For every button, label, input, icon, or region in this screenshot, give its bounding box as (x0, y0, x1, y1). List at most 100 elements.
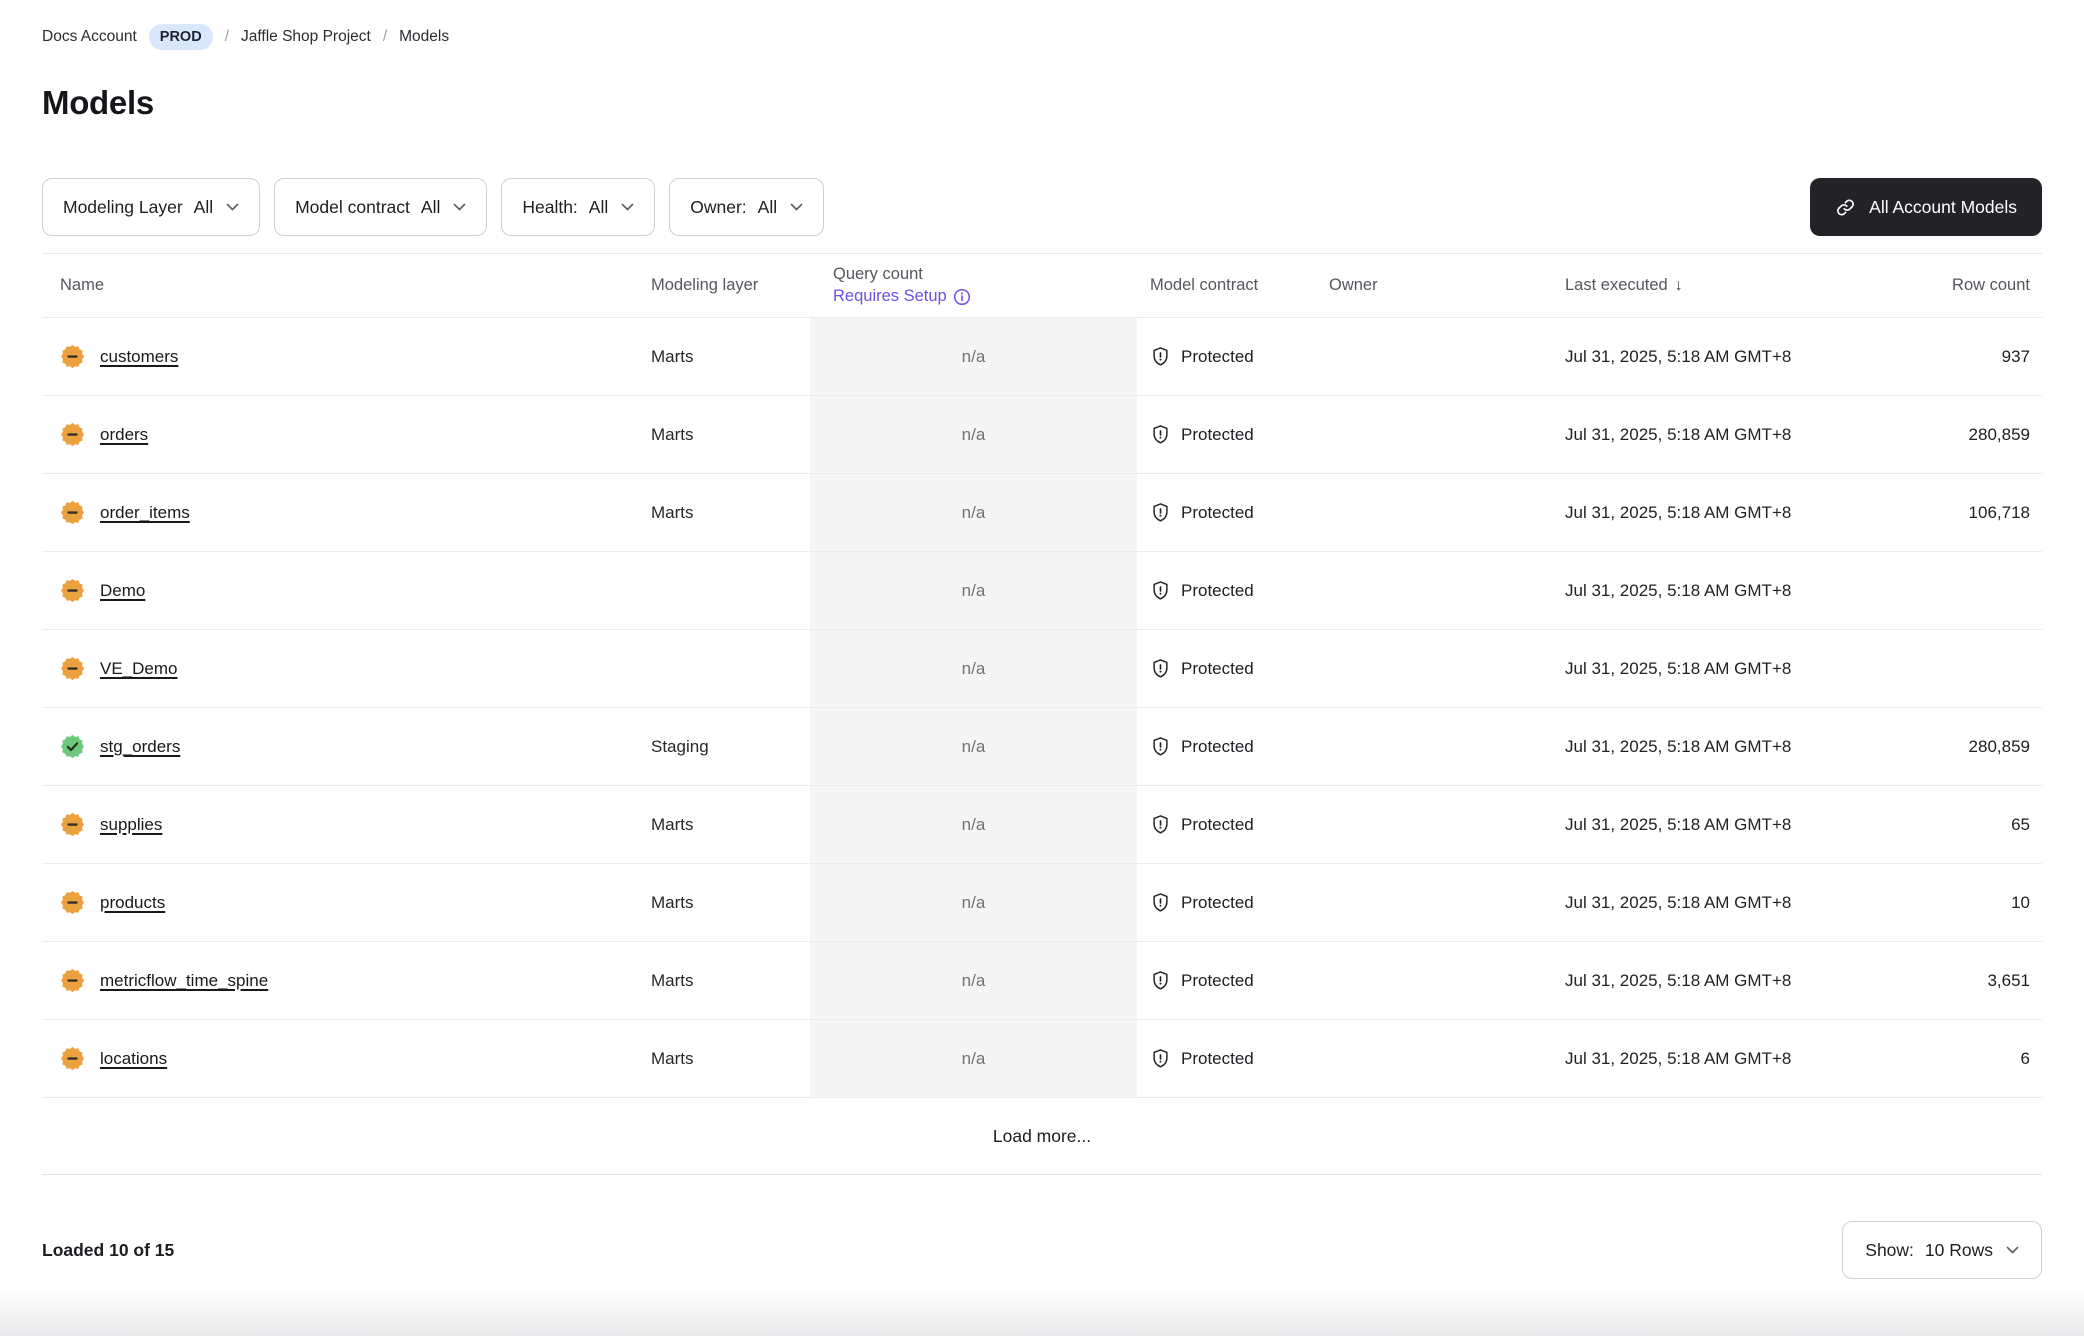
breadcrumb-separator: / (383, 28, 387, 46)
filter-label: Owner: (690, 197, 746, 218)
model-name-link[interactable]: customers (100, 347, 178, 367)
name-cell: VE_Demo (42, 630, 651, 707)
health-warning-icon (60, 656, 85, 681)
modeling-layer-filter[interactable]: Modeling Layer All (42, 178, 260, 236)
requires-setup-label: Requires Setup (833, 287, 947, 306)
breadcrumb-current: Models (399, 28, 449, 46)
health-filter[interactable]: Health: All (501, 178, 655, 236)
modeling-layer-cell (651, 630, 810, 707)
health-warning-icon (60, 344, 85, 369)
row-count-cell: 10 (1865, 864, 2042, 941)
model-name-link[interactable]: VE_Demo (100, 659, 177, 679)
load-more-button[interactable]: Load more... (993, 1126, 1091, 1147)
contract-label: Protected (1181, 425, 1254, 445)
filter-label: Health: (522, 197, 577, 218)
table-row: supplies Marts n/a Protected Jul 31, 202… (42, 785, 2042, 863)
owner-cell (1329, 786, 1565, 863)
col-header-owner[interactable]: Owner (1329, 276, 1565, 295)
table-row: VE_Demo n/a Protected Jul 31, 2025, 5:18… (42, 629, 2042, 707)
query-count-cell: n/a (810, 786, 1137, 863)
name-cell: order_items (42, 474, 651, 551)
shield-exclamation-icon (1150, 580, 1171, 601)
owner-cell (1329, 552, 1565, 629)
table-row: locations Marts n/a Protected Jul 31, 20… (42, 1019, 2042, 1097)
contract-label: Protected (1181, 1049, 1254, 1069)
model-contract-filter[interactable]: Model contract All (274, 178, 487, 236)
col-header-query-count: Query count Requires Setup (810, 265, 1137, 306)
model-contract-cell: Protected (1137, 864, 1329, 941)
chevron-down-icon (790, 203, 803, 212)
health-warning-icon (60, 578, 85, 603)
breadcrumb-account[interactable]: Docs Account (42, 28, 137, 46)
model-contract-cell: Protected (1137, 708, 1329, 785)
col-header-modeling-layer[interactable]: Modeling layer (651, 276, 810, 295)
model-name-link[interactable]: order_items (100, 503, 190, 523)
filter-value: All (421, 197, 440, 218)
owner-cell (1329, 318, 1565, 395)
query-count-cell: n/a (810, 318, 1137, 395)
model-name-link[interactable]: stg_orders (100, 737, 180, 757)
shield-exclamation-icon (1150, 814, 1171, 835)
table-row: metricflow_time_spine Marts n/a Protecte… (42, 941, 2042, 1019)
shield-exclamation-icon (1150, 736, 1171, 757)
model-contract-cell: Protected (1137, 942, 1329, 1019)
contract-label: Protected (1181, 659, 1254, 679)
modeling-layer-cell: Marts (651, 1020, 810, 1097)
info-icon[interactable] (953, 288, 971, 306)
modeling-layer-cell: Marts (651, 318, 810, 395)
contract-label: Protected (1181, 893, 1254, 913)
filter-label: Modeling Layer (63, 197, 183, 218)
model-contract-cell: Protected (1137, 630, 1329, 707)
model-name-link[interactable]: Demo (100, 581, 145, 601)
table-row: orders Marts n/a Protected Jul 31, 2025,… (42, 395, 2042, 473)
row-count-cell: 3,651 (1865, 942, 2042, 1019)
requires-setup-link[interactable]: Requires Setup (833, 287, 971, 306)
chevron-down-icon (621, 203, 634, 212)
row-count-cell: 6 (1865, 1020, 2042, 1097)
name-cell: stg_orders (42, 708, 651, 785)
last-executed-label: Last executed (1565, 276, 1668, 295)
rows-per-page-dropdown[interactable]: Show: 10 Rows (1842, 1221, 2042, 1279)
contract-label: Protected (1181, 815, 1254, 835)
show-value: 10 Rows (1925, 1240, 1993, 1261)
model-name-link[interactable]: products (100, 893, 165, 913)
breadcrumb-project[interactable]: Jaffle Shop Project (241, 28, 371, 46)
name-cell: orders (42, 396, 651, 473)
table-row: products Marts n/a Protected Jul 31, 202… (42, 863, 2042, 941)
all-account-models-label: All Account Models (1869, 197, 2017, 218)
model-name-link[interactable]: orders (100, 425, 148, 445)
query-count-label: Query count (833, 265, 923, 284)
modeling-layer-cell: Staging (651, 708, 810, 785)
environment-badge: PROD (149, 24, 213, 50)
table-row: customers Marts n/a Protected Jul 31, 20… (42, 317, 2042, 395)
row-count-cell: 280,859 (1865, 396, 2042, 473)
row-count-cell (1865, 630, 2042, 707)
name-cell: locations (42, 1020, 651, 1097)
model-name-link[interactable]: supplies (100, 815, 162, 835)
table-body: customers Marts n/a Protected Jul 31, 20… (42, 317, 2042, 1097)
col-header-last-executed[interactable]: Last executed ↓ (1565, 276, 1865, 295)
query-count-cell: n/a (810, 474, 1137, 551)
name-cell: supplies (42, 786, 651, 863)
health-warning-icon (60, 890, 85, 915)
shield-exclamation-icon (1150, 1048, 1171, 1069)
bottom-fade (0, 1288, 2084, 1336)
owner-filter[interactable]: Owner: All (669, 178, 824, 236)
model-name-link[interactable]: metricflow_time_spine (100, 971, 268, 991)
model-contract-cell: Protected (1137, 318, 1329, 395)
sort-descending-icon: ↓ (1675, 277, 1683, 295)
query-count-cell: n/a (810, 864, 1137, 941)
last-executed-cell: Jul 31, 2025, 5:18 AM GMT+8 (1565, 474, 1865, 551)
all-account-models-button[interactable]: All Account Models (1810, 178, 2042, 236)
col-header-model-contract[interactable]: Model contract (1137, 276, 1329, 295)
model-contract-cell: Protected (1137, 396, 1329, 473)
col-header-row-count[interactable]: Row count (1865, 276, 2042, 295)
shield-exclamation-icon (1150, 424, 1171, 445)
col-header-name[interactable]: Name (42, 276, 651, 295)
model-name-link[interactable]: locations (100, 1049, 167, 1069)
model-contract-cell: Protected (1137, 474, 1329, 551)
name-cell: metricflow_time_spine (42, 942, 651, 1019)
row-count-cell (1865, 552, 2042, 629)
owner-cell (1329, 864, 1565, 941)
models-table: Name Modeling layer Query count Requires… (42, 253, 2042, 1175)
